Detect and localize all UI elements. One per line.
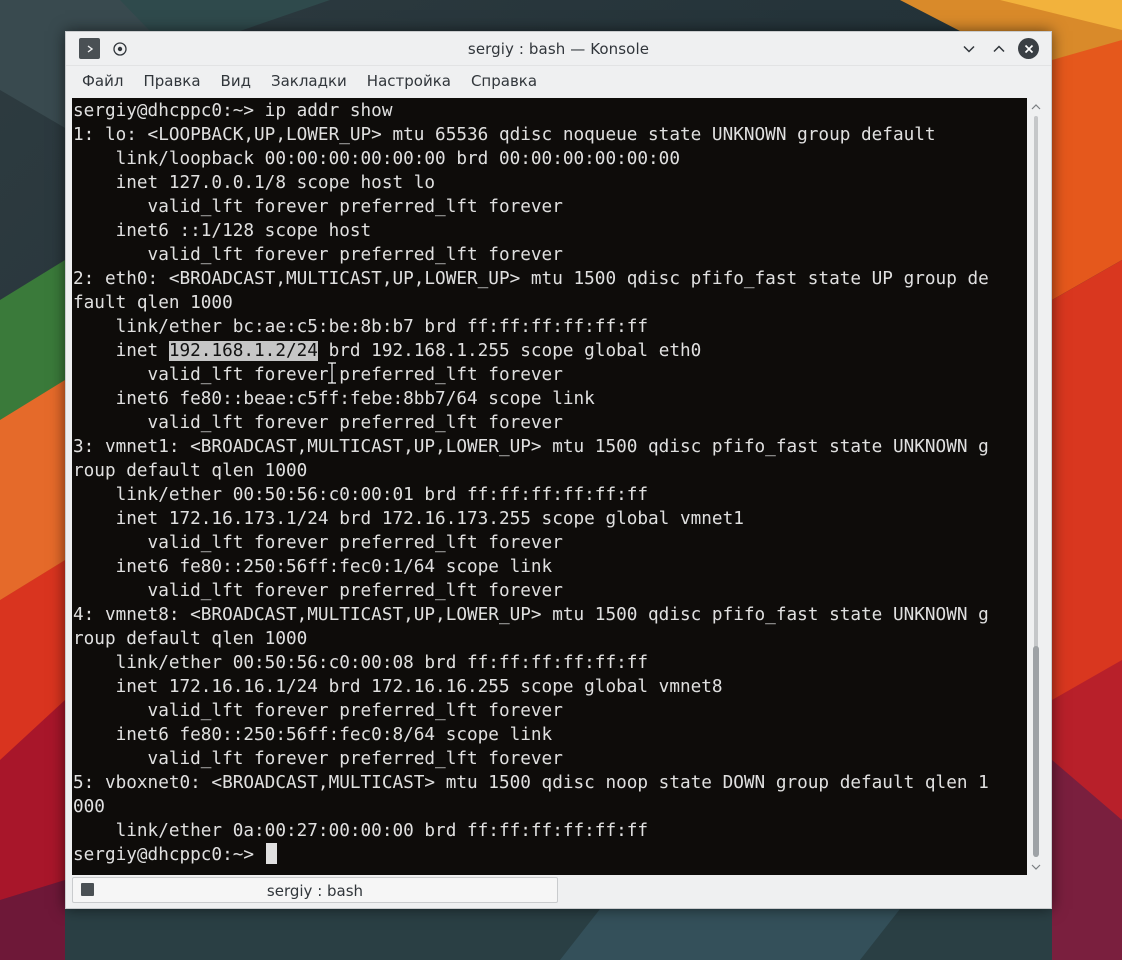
tab-label: sergiy : bash: [266, 882, 364, 900]
terminal-line: link/ether 0a:00:27:00:00:00 brd ff:ff:f…: [73, 821, 649, 841]
scroll-up-icon[interactable]: [1031, 102, 1041, 112]
menu-bar: Файл Правка Вид Закладки Настройка Справ…: [66, 66, 1051, 96]
terminal-line: inet6 ::1/128 scope host: [73, 221, 372, 241]
tab-bar: sergiy : bash: [66, 875, 1051, 908]
terminal-line: valid_lft forever preferred_lft forever: [73, 533, 563, 553]
terminal-line: sergiy@dhcppc0:~>: [73, 843, 989, 867]
menu-help[interactable]: Справка: [461, 68, 547, 94]
terminal-line: inet6 fe80::250:56ff:fec0:1/64 scope lin…: [73, 557, 553, 577]
terminal-line: inet6 fe80::beae:c5ff:febe:8bb7/64 scope…: [73, 389, 595, 409]
terminal-line: inet 172.16.173.1/24 brd 172.16.173.255 …: [73, 509, 744, 529]
terminal-line: 2: eth0: <BROADCAST,MULTICAST,UP,LOWER_U…: [73, 269, 989, 289]
terminal-line: fault qlen 1000: [73, 293, 233, 313]
terminal-line: link/loopback 00:00:00:00:00:00 brd 00:0…: [73, 149, 680, 169]
minimize-icon[interactable]: [958, 38, 979, 59]
terminal-line: valid_lft forever preferred_lft forever: [73, 413, 563, 433]
terminal-line: 4: vmnet8: <BROADCAST,MULTICAST,UP,LOWER…: [73, 605, 989, 625]
terminal-line: sergiy@dhcppc0:~> ip addr show: [73, 101, 393, 121]
terminal-line: valid_lft forever preferred_lft forever: [73, 749, 563, 769]
terminal-line: inet 127.0.0.1/8 scope host lo: [73, 173, 436, 193]
terminal-line: link/ether 00:50:56:c0:00:01 brd ff:ff:f…: [73, 485, 649, 505]
terminal-line: valid_lft forever preferred_lft forever: [73, 581, 563, 601]
text-cursor: [265, 843, 277, 864]
menu-edit[interactable]: Правка: [133, 68, 210, 94]
terminal-line: 000: [73, 797, 105, 817]
terminal-line: valid_lft forever preferred_lft forever: [73, 245, 563, 265]
terminal-line: link/ether 00:50:56:c0:00:08 brd ff:ff:f…: [73, 653, 649, 673]
title-bar[interactable]: sergiy : bash — Konsole: [66, 32, 1051, 66]
tab-sergiy-bash[interactable]: sergiy : bash: [72, 877, 558, 903]
terminal-scrollbar[interactable]: [1028, 98, 1044, 875]
terminal-line: inet 172.16.16.1/24 brd 172.16.16.255 sc…: [73, 677, 723, 697]
menu-bookmarks[interactable]: Закладки: [261, 68, 357, 94]
terminal-line: link/ether bc:ae:c5:be:8b:b7 brd ff:ff:f…: [73, 317, 649, 337]
menu-view[interactable]: Вид: [211, 68, 261, 94]
terminal-line: inet 192.168.1.2/24 brd 192.168.1.255 sc…: [73, 341, 702, 361]
close-icon[interactable]: [1018, 38, 1039, 59]
scroll-thumb[interactable]: [1033, 646, 1039, 857]
menu-settings[interactable]: Настройка: [357, 68, 461, 94]
terminal-line: roup default qlen 1000: [73, 461, 308, 481]
terminal-output: sergiy@dhcppc0:~> ip addr show 1: lo: <LO…: [73, 99, 989, 867]
konsole-window: sergiy : bash — Konsole Файл Правка Вид …: [65, 31, 1052, 909]
terminal-line: valid_lft forever preferred_lft forever: [73, 701, 563, 721]
terminal-line: inet6 fe80::250:56ff:fec0:8/64 scope lin…: [73, 725, 553, 745]
terminal-line: valid_lft forever preferred_lft forever: [73, 197, 563, 217]
menu-file[interactable]: Файл: [72, 68, 133, 94]
window-title: sergiy : bash — Konsole: [467, 40, 650, 58]
terminal-line: 3: vmnet1: <BROADCAST,MULTICAST,UP,LOWER…: [73, 437, 989, 457]
maximize-icon[interactable]: [988, 38, 1009, 59]
scroll-down-icon[interactable]: [1031, 862, 1041, 872]
terminal-line: 1: lo: <LOOPBACK,UP,LOWER_UP> mtu 65536 …: [73, 125, 936, 145]
terminal-line: 5: vboxnet0: <BROADCAST,MULTICAST> mtu 1…: [73, 773, 989, 793]
selected-text: 192.168.1.2/24: [168, 341, 318, 361]
terminal-line: roup default qlen 1000: [73, 629, 308, 649]
ibeam-cursor-icon: [328, 362, 336, 384]
terminal-view[interactable]: sergiy@dhcppc0:~> ip addr show 1: lo: <LO…: [72, 98, 1027, 875]
terminal-line: valid_lft forever preferred_lft forever: [73, 365, 563, 385]
